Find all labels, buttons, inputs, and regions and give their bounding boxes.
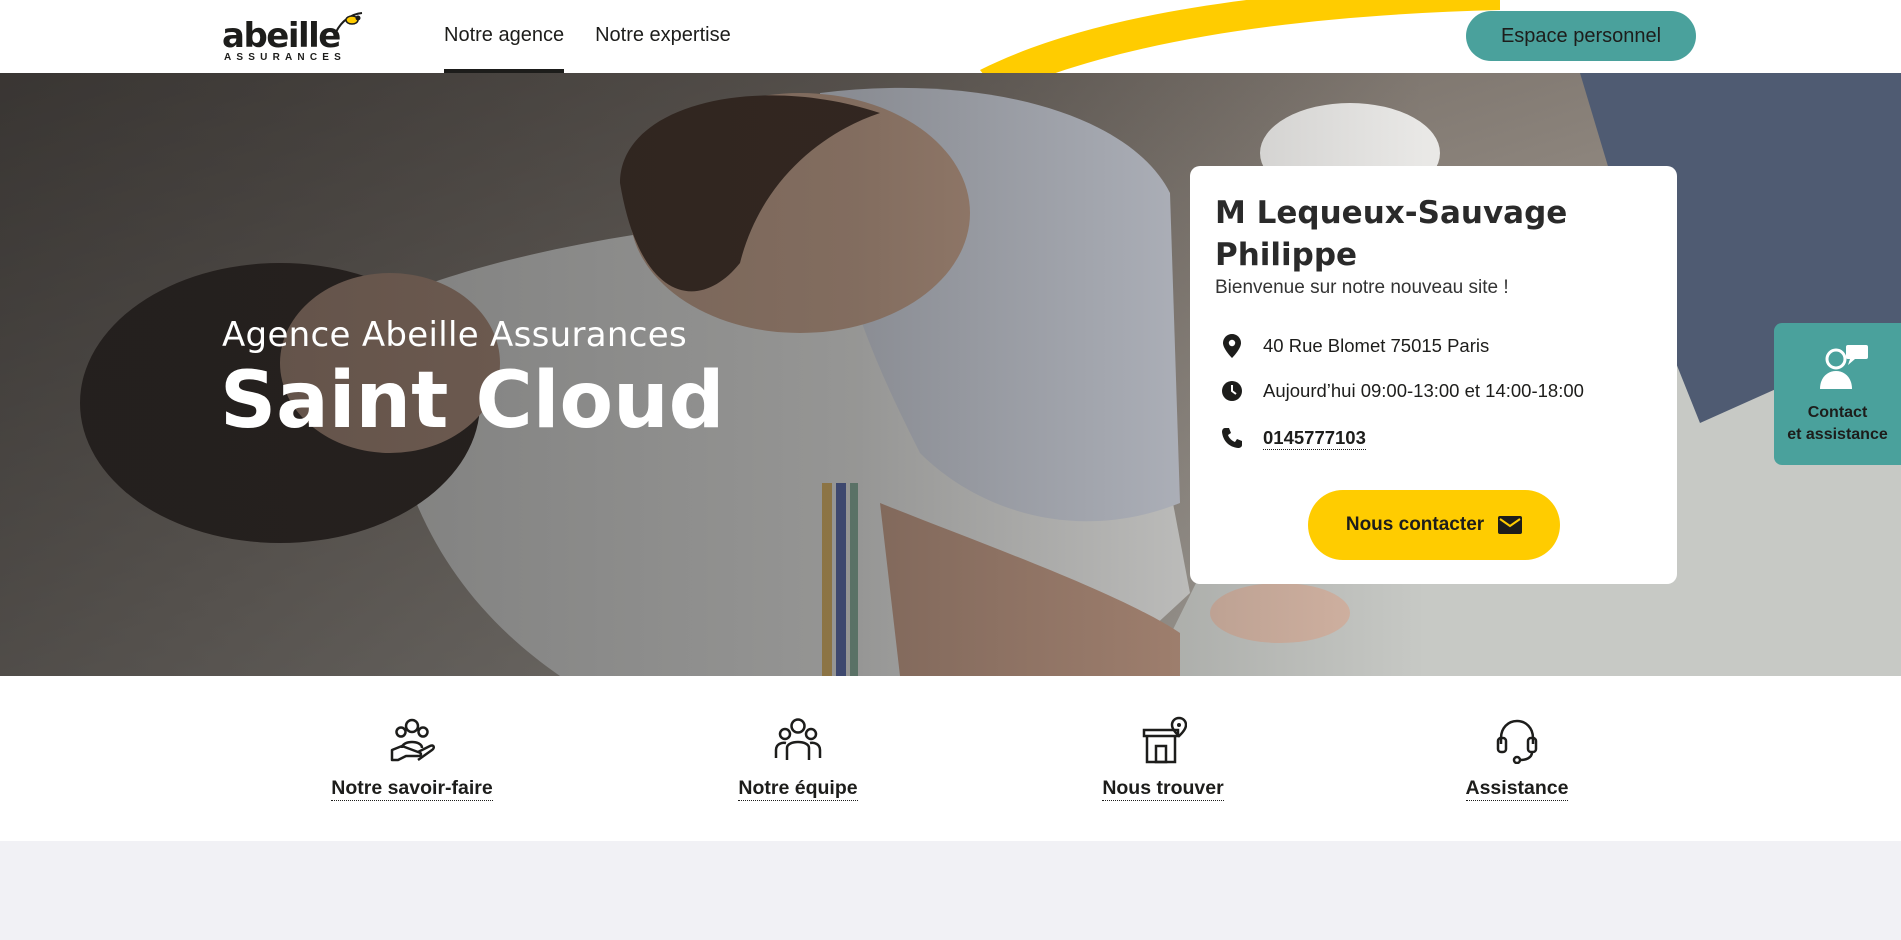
espace-personnel-button[interactable]: Espace personnel — [1466, 11, 1696, 61]
quick-link-equipe[interactable]: Notre équipe — [688, 716, 908, 801]
contact-assistance-tab[interactable]: Contact et assistance — [1774, 323, 1901, 465]
headset-icon — [1496, 719, 1538, 764]
phone-icon — [1220, 426, 1244, 450]
store-pin-icon — [1142, 716, 1187, 764]
site-header: abeille ASSURANCES Notre agence Notre ex… — [0, 0, 1901, 73]
hero-banner: Agence Abeille Assurances Saint Cloud M … — [0, 73, 1901, 676]
quick-links-bar: Notre savoir-faire Notre équipe Nous tro… — [0, 676, 1901, 841]
bee-icon — [335, 12, 363, 33]
quick-link-assistance[interactable]: Assistance — [1407, 716, 1627, 801]
yellow-swoosh-decoration — [980, 0, 1500, 73]
clock-icon — [1220, 379, 1244, 403]
nous-contacter-label: Nous contacter — [1345, 514, 1485, 535]
page-bottom-area — [0, 841, 1901, 940]
logo-subtitle: ASSURANCES — [224, 52, 347, 63]
location-pin-icon — [1220, 334, 1244, 358]
logo-word: abeille — [222, 16, 341, 56]
agent-address-row: 40 Rue Blomet 75015 Paris — [1220, 331, 1489, 361]
quick-link-savoir-faire[interactable]: Notre savoir-faire — [302, 716, 522, 801]
team-icon — [774, 718, 822, 760]
hero-subtitle: Agence Abeille Assurances — [222, 315, 687, 355]
agent-name: M Lequeux-Sauvage Philippe — [1215, 195, 1568, 273]
agent-hours-row: Aujourd’hui 09:00-13:00 et 14:00-18:00 — [1220, 376, 1584, 406]
agent-welcome: Bienvenue sur notre nouveau site ! — [1215, 277, 1509, 298]
agent-address: 40 Rue Blomet 75015 Paris — [1263, 335, 1490, 356]
contact-tab-line2: et assistance — [1787, 426, 1888, 443]
nav-notre-expertise[interactable]: Notre expertise — [595, 0, 731, 73]
quick-link-label: Notre équipe — [738, 777, 858, 801]
person-chat-icon — [1820, 345, 1868, 389]
quick-link-label: Assistance — [1465, 777, 1569, 801]
hero-title: Saint Cloud — [220, 356, 725, 446]
agent-hours: Aujourd’hui 09:00-13:00 et 14:00-18:00 — [1263, 380, 1584, 401]
agent-phone-row: 0145777103 — [1220, 423, 1366, 453]
abeille-logo[interactable]: abeille ASSURANCES — [222, 10, 363, 66]
hands-people-icon — [390, 718, 435, 762]
agent-card: M Lequeux-Sauvage Philippe Bienvenue sur… — [1190, 166, 1677, 584]
nous-contacter-button[interactable]: Nous contacter — [1308, 490, 1560, 560]
contact-tab-line1: Contact — [1807, 404, 1868, 421]
quick-link-nous-trouver[interactable]: Nous trouver — [1053, 716, 1273, 801]
nav-notre-agence[interactable]: Notre agence — [444, 0, 565, 73]
agent-phone-link[interactable]: 0145777103 — [1263, 427, 1366, 450]
quick-link-label: Nous trouver — [1102, 777, 1224, 801]
envelope-icon — [1498, 516, 1523, 534]
main-nav: Notre agence Notre expertise — [444, 0, 762, 73]
quick-link-label: Notre savoir-faire — [331, 777, 493, 801]
contact-assistance-label: Contact et assistance — [1774, 402, 1901, 446]
